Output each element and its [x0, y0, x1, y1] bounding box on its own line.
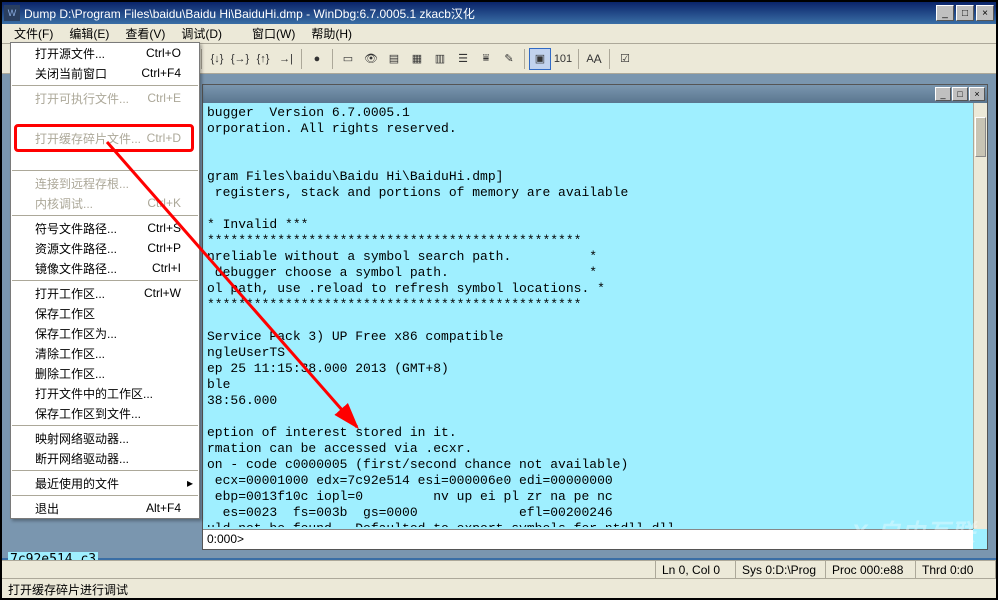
tool-scratch-icon[interactable]: ✎ [498, 48, 520, 70]
tool-stepover-icon[interactable]: {→} [229, 48, 251, 70]
status-cell-thrd: Thrd 0:d0 [916, 561, 996, 578]
menu-item[interactable]: 断开网络驱动器... [11, 448, 199, 468]
tool-binary-icon[interactable]: 101 [552, 48, 574, 70]
cmdwin-close-icon[interactable]: × [969, 87, 985, 101]
tool-runto-icon[interactable]: →| [275, 48, 297, 70]
command-prompt: 0:000> [207, 532, 244, 546]
status-bar: Ln 0, Col 0 Sys 0:D:\Prog Proc 000:e88 T… [2, 560, 996, 598]
menu-item[interactable]: 清除工作区... [11, 343, 199, 363]
command-window: _ □ × bugger Version 6.7.0005.1 orporati… [202, 84, 988, 550]
tool-font-icon[interactable]: AA [583, 48, 605, 70]
tool-stepinto-icon[interactable]: {↓} [206, 48, 228, 70]
tool-breakpoint-icon[interactable]: ● [306, 48, 328, 70]
tool-disasm-icon[interactable]: ⩸ [475, 48, 497, 70]
menu-bar: 文件(F) 编辑(E) 查看(V) 调试(D) 窗口(W) 帮助(H) [2, 24, 996, 44]
menu-item [11, 148, 199, 168]
menu-edit[interactable]: 编辑(E) [61, 23, 117, 44]
watermark: X 自由互联 [851, 513, 976, 548]
status-hint: 打开缓存碎片进行调试 [2, 579, 996, 599]
command-window-header: _ □ × [203, 85, 987, 103]
menu-item[interactable]: 删除工作区... [11, 363, 199, 383]
tool-options-icon[interactable]: ☑ [614, 48, 636, 70]
menu-debug[interactable]: 调试(D) [173, 23, 230, 44]
close-button[interactable]: × [976, 5, 994, 21]
menu-file[interactable]: 文件(F) [6, 23, 61, 44]
status-cell-ln: Ln 0, Col 0 [656, 561, 736, 578]
scrollbar-vertical[interactable] [973, 103, 987, 529]
status-cell-sys: Sys 0:D:\Prog [736, 561, 826, 578]
menu-item[interactable]: 镜像文件路径...Ctrl+I [11, 258, 199, 278]
menu-item[interactable]: 最近使用的文件▸ [11, 473, 199, 493]
file-menu-dropdown: 打开源文件...Ctrl+O关闭当前窗口Ctrl+F4 打开可执行文件...Ctr… [10, 42, 200, 519]
menu-item: 内核调试...Ctrl+K [11, 193, 199, 213]
maximize-button[interactable]: □ [956, 5, 974, 21]
tool-locals-icon[interactable]: ▤ [383, 48, 405, 70]
window-title: Dump D:\Program Files\baidu\Baidu Hi\Bai… [24, 5, 936, 22]
menu-item[interactable]: 映射网络驱动器... [11, 428, 199, 448]
menu-item: 打开缓存碎片文件...Ctrl+D [11, 128, 199, 148]
tool-source-icon[interactable]: ▣ [529, 48, 551, 70]
tool-memory-icon[interactable]: ▥ [429, 48, 451, 70]
command-output[interactable]: bugger Version 6.7.0005.1 orporation. Al… [203, 103, 973, 527]
menu-help[interactable]: 帮助(H) [303, 23, 360, 44]
tool-stepout-icon[interactable]: {↑} [252, 48, 274, 70]
menu-item: 打开可执行文件...Ctrl+E [11, 88, 199, 108]
menu-view[interactable]: 查看(V) [117, 23, 173, 44]
minimize-button[interactable]: _ [936, 5, 954, 21]
menu-item[interactable]: 打开文件中的工作区... [11, 383, 199, 403]
title-bar: W Dump D:\Program Files\baidu\Baidu Hi\B… [2, 2, 996, 24]
tool-registers-icon[interactable]: ▦ [406, 48, 428, 70]
cmdwin-min-icon[interactable]: _ [935, 87, 951, 101]
menu-item [11, 108, 199, 128]
status-cell-0 [2, 561, 656, 578]
scrollbar-thumb[interactable] [975, 117, 986, 157]
cmdwin-max-icon[interactable]: □ [952, 87, 968, 101]
menu-window[interactable]: 窗口(W) [244, 23, 303, 44]
menu-item[interactable]: 关闭当前窗口Ctrl+F4 [11, 63, 199, 83]
tool-callstack-icon[interactable]: ☰ [452, 48, 474, 70]
menu-item[interactable]: 保存工作区到文件... [11, 403, 199, 423]
menu-item[interactable]: 打开源文件...Ctrl+O [11, 43, 199, 63]
menu-item[interactable]: 退出Alt+F4 [11, 498, 199, 518]
window-controls: _ □ × [936, 5, 994, 21]
menu-item[interactable]: 保存工作区为... [11, 323, 199, 343]
menu-item[interactable]: 保存工作区 [11, 303, 199, 323]
app-icon: W [4, 5, 20, 21]
menu-item[interactable]: 符号文件路径...Ctrl+S [11, 218, 199, 238]
status-cell-proc: Proc 000:e88 [826, 561, 916, 578]
menu-item[interactable]: 打开工作区...Ctrl+W [11, 283, 199, 303]
tool-command-icon[interactable]: ▭ [337, 48, 359, 70]
tool-watch-icon[interactable]: 👁 [360, 48, 382, 70]
menu-item: 连接到远程存根... [11, 173, 199, 193]
menu-item[interactable]: 资源文件路径...Ctrl+P [11, 238, 199, 258]
